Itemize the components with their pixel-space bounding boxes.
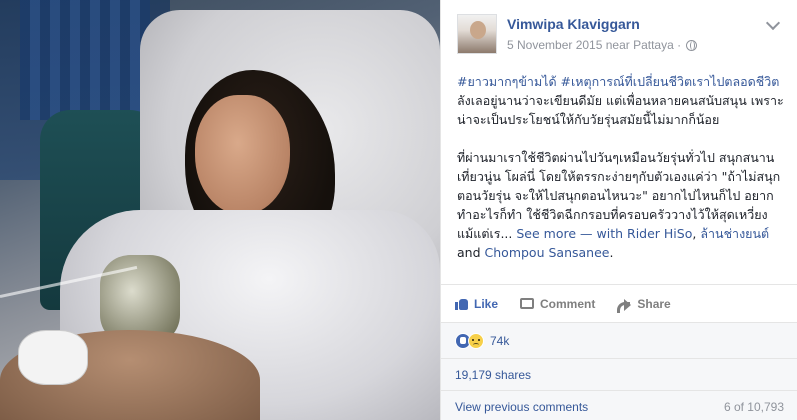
photo-face [195,95,290,215]
post-header: Vimwipa Klaviggarn 5 November 2015 near … [441,0,797,64]
photo-curtain [20,0,150,120]
and-text: and [457,245,481,260]
like-icon [455,297,468,310]
comments-nav: View previous comments 6 of 10,793 [441,390,797,420]
share-label: Share [637,296,671,311]
comment-button[interactable]: Comment [520,297,595,311]
comments-count: 6 of 10,793 [723,400,784,414]
chevron-down-icon[interactable] [765,15,781,31]
view-previous-comments-link[interactable]: View previous comments [455,400,588,414]
post-photo[interactable] [0,0,440,420]
author-name[interactable]: Vimwipa Klaviggarn [507,16,640,32]
tag-separator: , [692,226,697,241]
post-body: #ยาวมากๆข้ามได้ #เหตุการณ์ที่เปลี่ยนชีวิ… [457,72,785,281]
post-panel: Vimwipa Klaviggarn 5 November 2015 near … [440,0,797,420]
hashtags[interactable]: #ยาวมากๆข้ามได้ #เหตุการณ์ที่เปลี่ยนชีวิ… [457,74,779,89]
post-paragraph-2: ที่ผ่านมาเราใช้ชีวิตผ่านไปวันๆเหมือนวัยร… [457,148,785,262]
share-button[interactable]: Share [617,296,671,313]
tag-end: . [609,245,614,260]
post-paragraph-1: #ยาวมากๆข้ามได้ #เหตุการณ์ที่เปลี่ยนชีวิ… [457,72,785,129]
tag-rider-hiso[interactable]: Rider HiSo [627,226,692,241]
with-prefix: — with [580,226,624,241]
post-timestamp[interactable]: 5 November 2015 near Pattaya · [507,38,681,52]
sad-reaction-icon [468,332,484,349]
comment-icon [520,298,535,309]
avatar[interactable] [457,14,497,54]
post-paragraph-1-text: ลังเลอยู่นานว่าจะเขียนดีมัย แต่เพื่อนหลา… [457,93,784,127]
reactions-row[interactable]: 74k [441,322,797,358]
reaction-count[interactable]: 74k [490,334,509,348]
shares-count[interactable]: 19,179 shares [441,358,797,390]
comment-label: Comment [540,296,596,311]
action-bar: Like Comment Share [441,284,797,322]
like-button[interactable]: Like [455,297,498,311]
globe-icon[interactable] [686,39,698,51]
post-meta: 5 November 2015 near Pattaya · [507,38,698,52]
share-icon [617,298,632,313]
like-label: Like [474,296,499,311]
see-more-link[interactable]: See more [516,226,576,241]
tag-chompou[interactable]: Chompou Sansanee [485,245,610,260]
tag-location[interactable]: ล้านช่างยนต์ [700,226,769,241]
photo-bandaged-hand [18,330,88,385]
